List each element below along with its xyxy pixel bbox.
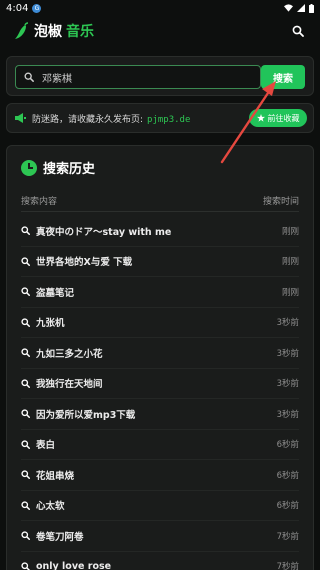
bookmark-button-label: 前往收藏 [267, 113, 300, 123]
notice-text: 防迷路，请收藏永久发布页: pjmp3.de [32, 114, 191, 125]
history-time: 7秒前 [276, 531, 299, 542]
app-logo[interactable]: 泡椒 音乐 [14, 21, 94, 41]
search-icon [21, 440, 30, 449]
history-table-header: 搜索内容 搜索时间 [21, 190, 299, 212]
history-time: 3秒前 [276, 348, 299, 359]
history-query-text: 表白 [36, 440, 56, 452]
search-button[interactable]: 搜索 [261, 65, 305, 89]
column-time-header: 搜索时间 [262, 197, 299, 207]
search-input[interactable]: 邓紫棋 [15, 65, 261, 89]
star-icon [256, 114, 265, 122]
history-query-text: only love rose [36, 560, 112, 570]
app-bar: 泡椒 音乐 [0, 16, 320, 46]
history-row[interactable]: 九如三多之小花 3秒前 [21, 338, 299, 369]
bookmark-button[interactable]: 前往收藏 [249, 109, 307, 127]
history-query-text: 因为爱所以爱mp3下载 [36, 409, 136, 421]
history-query: 心太软 [21, 498, 65, 512]
megaphone-icon [15, 113, 26, 123]
history-row[interactable]: 九张机 3秒前 [21, 308, 299, 338]
history-row[interactable]: 花姐串烧 6秒前 [21, 460, 299, 491]
history-row[interactable]: 世界各地的X与爱 下载 刚刚 [21, 247, 299, 277]
history-query-text: 世界各地的X与爱 下载 [36, 257, 133, 269]
history-query: 表白 [21, 437, 55, 451]
history-query: 九如三多之小花 [21, 346, 103, 360]
search-icon [21, 287, 30, 297]
history-row[interactable]: 我独行在天地间 3秒前 [21, 369, 299, 399]
history-query-text: 卷笔刀阿卷 [36, 531, 84, 543]
history-row[interactable]: 卷笔刀阿卷 7秒前 [21, 521, 299, 552]
search-icon [21, 470, 30, 480]
history-query: 我独行在天地间 [21, 376, 103, 390]
history-time: 3秒前 [276, 409, 299, 420]
history-query-text: 心太软 [36, 501, 65, 513]
search-icon [21, 348, 30, 358]
history-time: 刚刚 [281, 226, 299, 237]
search-icon [21, 318, 30, 327]
history-query: 世界各地的X与爱 下载 [21, 254, 132, 268]
history-list: 真夜中のドア〜stay with me 刚刚 世界各地的X与爱 下载 刚刚 盗墓笔记 刚刚… [21, 216, 299, 570]
search-icon [21, 531, 30, 541]
search-icon [21, 257, 30, 266]
search-icon[interactable] [288, 21, 308, 41]
history-row[interactable]: 心太软 6秒前 [21, 491, 299, 521]
history-query-text: 九如三多之小花 [36, 348, 103, 360]
history-row[interactable]: 盗墓笔记 刚刚 [21, 277, 299, 308]
history-time: 7秒前 [276, 562, 299, 570]
history-time: 刚刚 [281, 287, 299, 298]
history-query-text: 九张机 [36, 318, 65, 330]
search-icon [21, 501, 30, 510]
status-time: 4:04 [6, 2, 29, 14]
history-query: 九张机 [21, 315, 65, 329]
search-input-value: 邓紫棋 [42, 73, 72, 85]
history-time: 3秒前 [276, 318, 299, 329]
history-query: 因为爱所以爱mp3下载 [21, 407, 135, 421]
history-header: 搜索历史 [21, 158, 95, 177]
history-query: only love rose [21, 561, 111, 570]
history-row[interactable]: 表白 6秒前 [21, 430, 299, 460]
search-field-icon [24, 72, 34, 82]
history-time: 6秒前 [276, 470, 299, 481]
chili-pepper-icon [15, 22, 29, 39]
history-title: 搜索历史 [43, 162, 96, 177]
app-name-primary: 泡椒 [34, 24, 62, 40]
search-icon [21, 226, 30, 236]
search-icon [21, 562, 30, 570]
clock-icon [21, 159, 37, 176]
history-query-text: 盗墓笔记 [36, 287, 75, 299]
notice-banner: 防迷路，请收藏永久发布页: pjmp3.de 前往收藏 [6, 103, 314, 133]
app-name-accent: 音乐 [66, 24, 94, 40]
battery-icon [309, 3, 314, 13]
search-icon [21, 379, 30, 388]
status-bar: 4:04 G [0, 0, 320, 16]
history-time: 刚刚 [281, 257, 299, 268]
history-query-text: 真夜中のドア〜stay with me [36, 226, 172, 238]
history-row[interactable]: 真夜中のドア〜stay with me 刚刚 [21, 216, 299, 247]
search-history-panel: 搜索历史 搜索内容 搜索时间 真夜中のドア〜stay with me 刚刚 世界各地… [6, 145, 314, 570]
history-query: 卷笔刀阿卷 [21, 529, 84, 543]
signal-icon [297, 4, 305, 12]
history-query: 真夜中のドア〜stay with me [21, 224, 171, 238]
history-row[interactable]: 因为爱所以爱mp3下载 3秒前 [21, 399, 299, 430]
search-panel: 邓紫棋 搜索 [6, 56, 314, 96]
history-query-text: 花姐串烧 [36, 470, 75, 482]
history-time: 6秒前 [276, 501, 299, 512]
history-query: 花姐串烧 [21, 468, 74, 482]
wifi-icon [284, 4, 293, 12]
notification-icon: G [32, 3, 42, 13]
history-query-text: 我独行在天地间 [36, 379, 103, 391]
notice-domain[interactable]: pjmp3.de [147, 115, 190, 125]
history-time: 3秒前 [276, 379, 299, 390]
column-content-header: 搜索内容 [21, 197, 58, 207]
history-time: 6秒前 [276, 440, 299, 451]
search-icon [21, 409, 30, 419]
history-query: 盗墓笔记 [21, 285, 74, 299]
history-row[interactable]: only love rose 7秒前 [21, 552, 299, 570]
